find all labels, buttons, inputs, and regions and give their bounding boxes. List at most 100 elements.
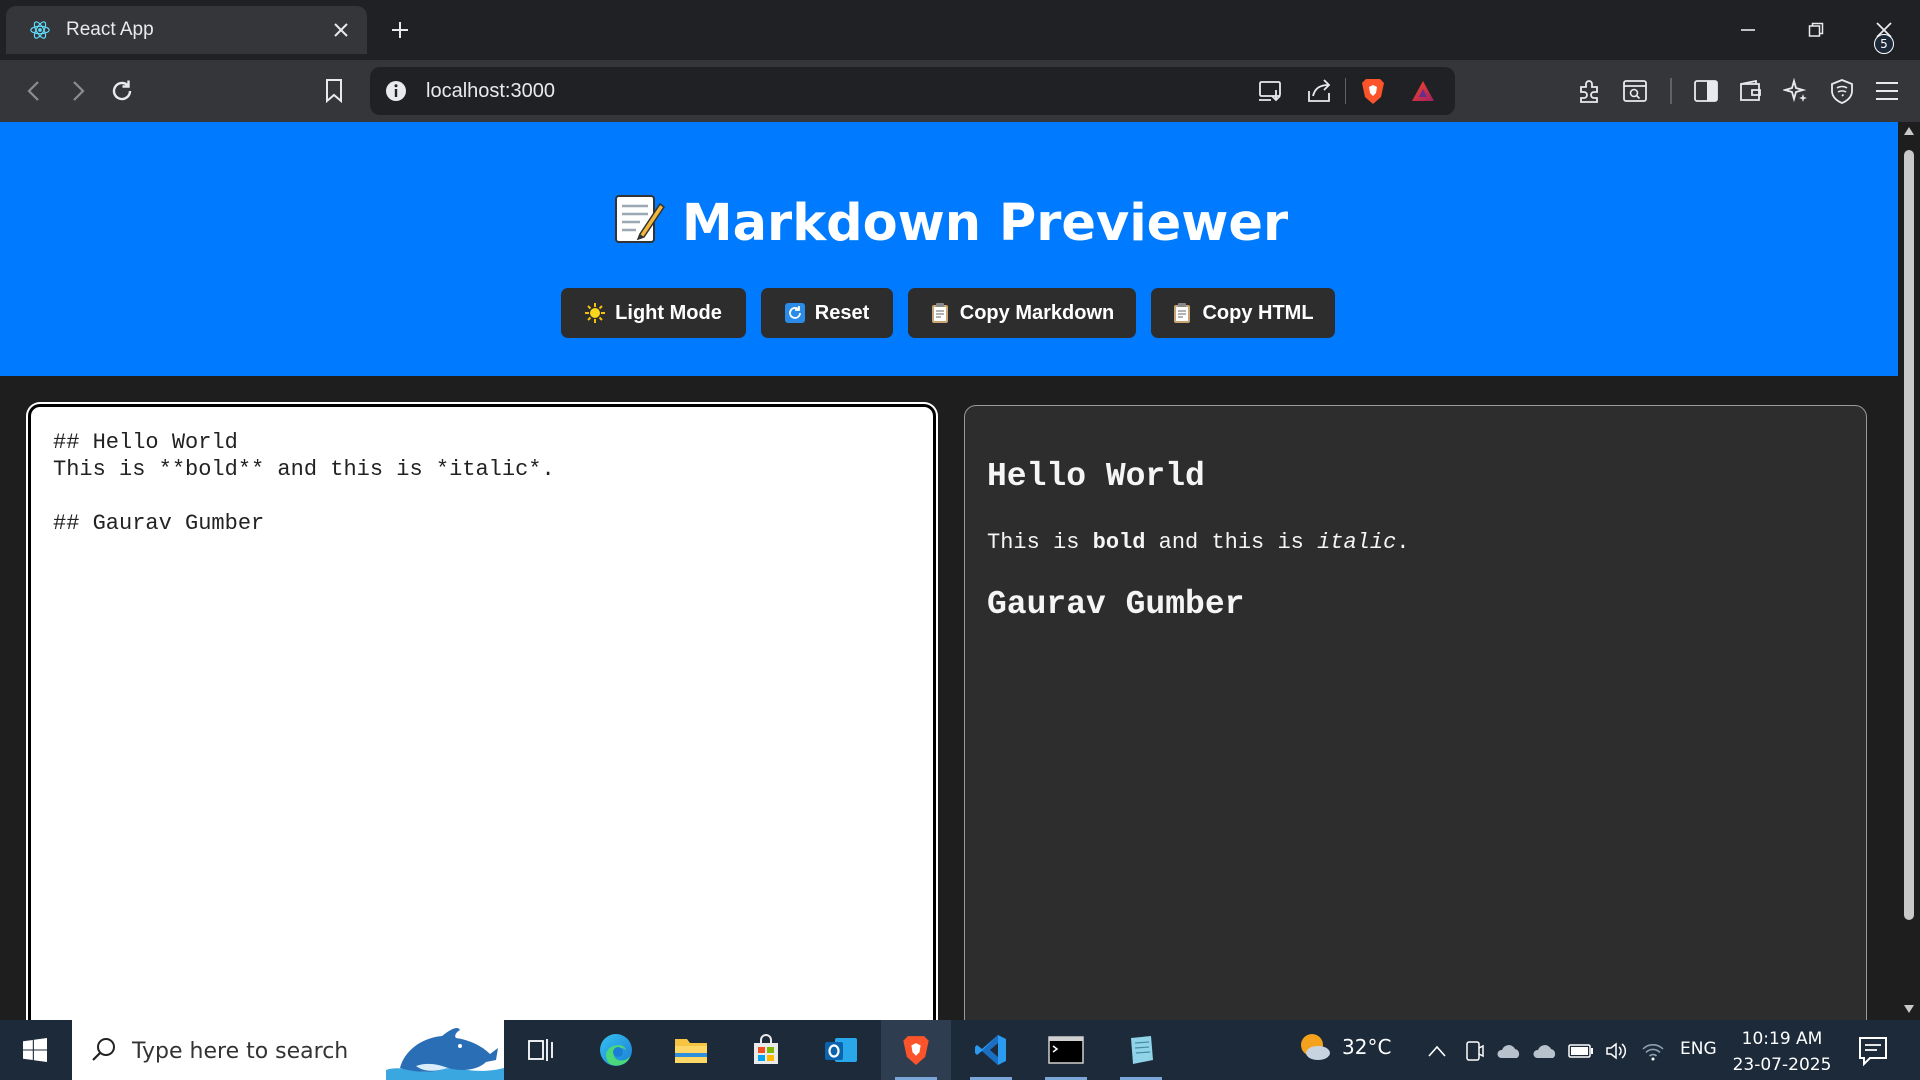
markdown-preview: Hello World This is bold and this is ita… [964, 405, 1867, 1020]
bookmark-icon[interactable] [317, 74, 351, 108]
volume-icon[interactable] [1604, 1038, 1630, 1064]
windows-icon [23, 1038, 47, 1062]
sun-icon [585, 303, 606, 323]
dolphin-icon [386, 1028, 504, 1080]
task-view-icon [528, 1039, 553, 1061]
restore-icon[interactable] [1792, 10, 1840, 50]
weather-widget[interactable]: 32°C [1298, 1032, 1391, 1062]
menu-icon[interactable] [1870, 74, 1904, 108]
notepad-app[interactable] [1106, 1020, 1176, 1080]
copy-markdown-button[interactable]: Copy Markdown [908, 288, 1136, 338]
outlook-app[interactable] [806, 1020, 876, 1080]
brave-browser-app[interactable] [881, 1020, 951, 1080]
memo-icon [610, 190, 666, 259]
language-indicator[interactable]: ENG [1680, 1039, 1717, 1059]
browser-tab[interactable]: React App [6, 6, 367, 54]
page-title-text: Markdown Previewer [681, 194, 1289, 253]
info-icon[interactable] [384, 79, 408, 103]
preview-paragraph: This is bold and this is italic. [987, 530, 1410, 555]
store-icon [754, 1034, 778, 1064]
battery-icon[interactable] [1568, 1038, 1594, 1064]
onedrive-icon[interactable] [1532, 1038, 1558, 1064]
onedrive-icon[interactable] [1496, 1038, 1522, 1064]
refresh-icon [784, 303, 805, 323]
share-icon[interactable] [1305, 76, 1335, 106]
task-view-button[interactable] [506, 1020, 576, 1080]
taskbar: Type here to search 32°C ENG 10:19 AM 23… [0, 1020, 1920, 1080]
copy-html-button[interactable]: Copy HTML [1151, 288, 1335, 338]
new-tab-button[interactable] [384, 14, 416, 46]
page-scrollbar[interactable] [1898, 122, 1920, 1020]
copy-html-label: Copy HTML [1202, 301, 1314, 324]
scroll-down-icon[interactable] [1903, 1004, 1915, 1014]
back-icon[interactable] [17, 74, 51, 108]
preview-heading: Hello World [987, 458, 1205, 495]
clock-time: 10:19 AM [1741, 1029, 1823, 1049]
divider [1670, 78, 1672, 104]
preview-text: . [1396, 530, 1410, 555]
brave-icon [903, 1036, 929, 1065]
page-title: Markdown Previewer [0, 190, 1898, 259]
light-mode-button[interactable]: Light Mode [561, 288, 746, 338]
microsoft-store-app[interactable] [731, 1020, 801, 1080]
tab-title: React App [66, 19, 154, 40]
clipboard-icon [1172, 303, 1192, 323]
edge-icon [600, 1034, 632, 1066]
taskbar-search[interactable]: Type here to search [72, 1020, 504, 1080]
address-bar[interactable]: localhost:3000 [370, 67, 1455, 115]
url-text[interactable]: localhost:3000 [426, 80, 555, 103]
scroll-up-icon[interactable] [1903, 126, 1915, 136]
brave-rewards-icon[interactable] [1408, 76, 1438, 106]
wifi-icon[interactable] [1640, 1038, 1666, 1064]
scrollbar-thumb[interactable] [1904, 150, 1914, 920]
notepad-icon [1131, 1036, 1153, 1064]
extensions-icon[interactable] [1573, 74, 1607, 108]
notifications-icon[interactable] [1856, 1034, 1892, 1070]
vscode-icon [975, 1035, 1006, 1065]
preview-heading: Gaurav Gumber [987, 586, 1245, 623]
preview-text: and this is [1145, 530, 1318, 555]
outlook-icon [825, 1038, 857, 1062]
light-mode-label: Light Mode [615, 301, 722, 324]
clipboard-icon [930, 303, 950, 323]
reset-label: Reset [814, 301, 870, 324]
sidebar-icon[interactable] [1689, 74, 1723, 108]
file-explorer-app[interactable] [656, 1020, 726, 1080]
clock[interactable]: 10:19 AM 23-07-2025 [1732, 1026, 1832, 1078]
minimize-icon[interactable] [1724, 10, 1772, 50]
wallet-icon[interactable] [1734, 74, 1768, 108]
terminal-app[interactable] [1031, 1020, 1101, 1080]
reload-icon[interactable] [105, 74, 139, 108]
install-app-icon[interactable] [1256, 76, 1286, 106]
forward-icon[interactable] [61, 74, 95, 108]
react-icon [28, 18, 52, 42]
edge-app[interactable] [581, 1020, 651, 1080]
clock-date: 23-07-2025 [1732, 1055, 1832, 1075]
editor-line: ## Gaurav Gumber [53, 511, 265, 536]
windows-start-button[interactable] [0, 1020, 70, 1080]
temperature: 32°C [1342, 1035, 1392, 1059]
markdown-editor[interactable]: ## Hello World This is **bold** and this… [28, 404, 936, 1020]
notification-count-badge: 5 [1874, 34, 1894, 54]
weather-icon [1301, 1034, 1330, 1060]
editor-line: This is **bold** and this is *italic*. [53, 457, 555, 482]
screen: React App localhost:3000 Markdown Previe… [0, 0, 1920, 1080]
divider [1345, 78, 1346, 104]
reset-button[interactable]: Reset [761, 288, 893, 338]
app-header: Markdown Previewer Light Mode Reset Copy… [0, 122, 1898, 376]
vpn-icon[interactable] [1825, 74, 1859, 108]
page: Markdown Previewer Light Mode Reset Copy… [0, 122, 1898, 1020]
chevron-up-icon[interactable] [1424, 1038, 1450, 1064]
leo-ai-icon[interactable] [1779, 74, 1813, 108]
terminal-icon [1048, 1036, 1084, 1064]
meet-now-icon[interactable] [1461, 1038, 1487, 1064]
preview-italic: italic [1317, 530, 1397, 555]
folder-icon [675, 1039, 707, 1063]
browser-toolbar: localhost:3000 [0, 60, 1920, 122]
brave-shields-icon[interactable] [1358, 76, 1388, 106]
page-search-icon[interactable] [1618, 74, 1652, 108]
close-icon[interactable] [327, 16, 355, 44]
preview-text: This is [987, 530, 1093, 555]
vscode-app[interactable] [956, 1020, 1026, 1080]
